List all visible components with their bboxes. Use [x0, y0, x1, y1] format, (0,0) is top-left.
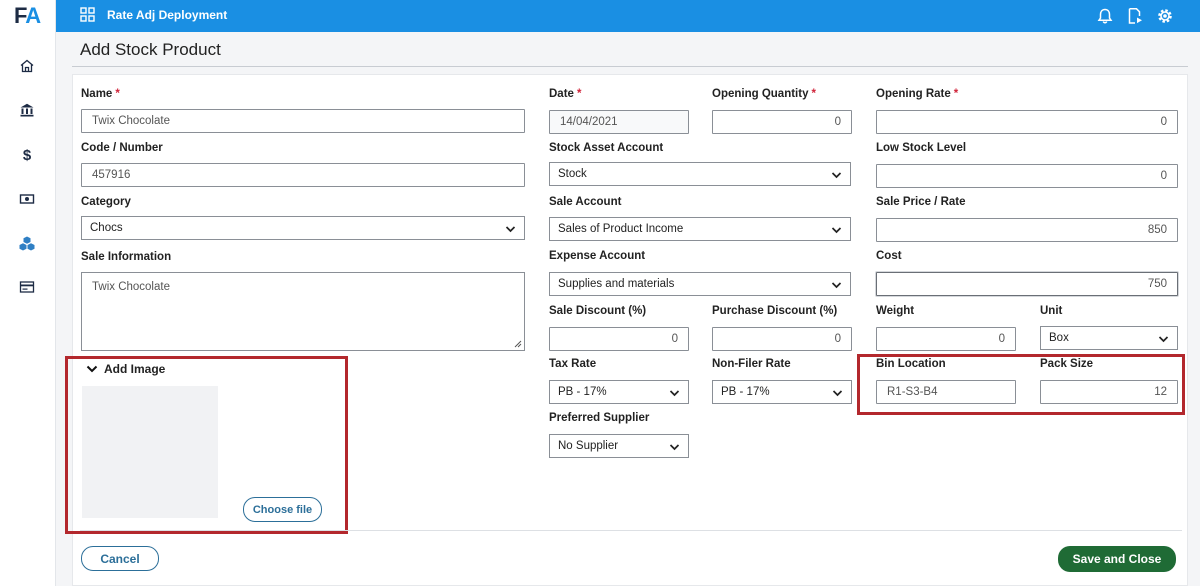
add-image-toggle[interactable]: Add Image	[86, 362, 165, 376]
non-filer-label: Non-Filer Rate	[712, 358, 791, 370]
stock-asset-label: Stock Asset Account	[549, 142, 664, 154]
stock-asset-select[interactable]: Stock	[549, 162, 851, 186]
category-select[interactable]: Chocs	[81, 216, 525, 240]
purchase-discount-label: Purchase Discount (%)	[712, 305, 838, 317]
apps-grid-icon[interactable]	[80, 7, 95, 25]
cost-label: Cost	[876, 250, 902, 262]
bell-icon[interactable]	[1095, 6, 1115, 26]
opening-qty-input[interactable]: 0	[712, 110, 852, 134]
name-label: Name *	[81, 88, 120, 100]
save-and-close-button[interactable]: Save and Close	[1058, 546, 1176, 572]
cost-input[interactable]: 750	[876, 272, 1178, 296]
cash-icon[interactable]	[16, 188, 38, 210]
tax-rate-label: Tax Rate	[549, 358, 597, 370]
category-label: Category	[81, 196, 131, 208]
sale-info-value: Twix Chocolate	[92, 281, 170, 293]
purchase-discount-input[interactable]: 0	[712, 327, 852, 351]
opening-rate-label: Opening Rate *	[876, 88, 959, 100]
preferred-supplier-value: No Supplier	[558, 440, 619, 452]
pack-size-label: Pack Size	[1040, 358, 1094, 370]
chevron-down-icon	[86, 365, 98, 373]
expense-account-label: Expense Account	[549, 250, 646, 262]
chevron-down-icon	[669, 390, 680, 397]
chevron-down-icon	[831, 172, 842, 179]
weight-input[interactable]: 0	[876, 327, 1016, 351]
home-icon[interactable]	[16, 55, 38, 77]
bin-location-input[interactable]: R1-S3-B4	[876, 380, 1016, 404]
sale-info-label: Sale Information	[81, 251, 172, 263]
unit-value: Box	[1049, 332, 1069, 344]
low-stock-input[interactable]: 0	[876, 164, 1178, 188]
card-icon[interactable]	[16, 276, 38, 298]
sale-price-label: Sale Price / Rate	[876, 196, 966, 208]
title-divider	[72, 66, 1188, 67]
sale-info-textarea[interactable]: Twix Chocolate	[81, 272, 525, 351]
cancel-button[interactable]: Cancel	[81, 546, 159, 571]
low-stock-label: Low Stock Level	[876, 142, 967, 154]
date-label: Date *	[549, 88, 582, 100]
image-preview	[82, 386, 218, 518]
category-value: Chocs	[90, 222, 123, 234]
code-input[interactable]: 457916	[81, 163, 525, 187]
expense-account-select[interactable]: Supplies and materials	[549, 272, 851, 296]
unit-select[interactable]: Box	[1040, 326, 1178, 350]
tax-rate-select[interactable]: PB - 17%	[549, 380, 689, 404]
chevron-down-icon	[505, 226, 516, 233]
resize-handle-icon[interactable]	[514, 340, 522, 348]
chevron-down-icon	[831, 227, 842, 234]
sale-account-select[interactable]: Sales of Product Income	[549, 217, 851, 241]
chevron-down-icon	[1158, 336, 1169, 343]
footer-divider	[80, 530, 1182, 531]
sale-discount-label: Sale Discount (%)	[549, 305, 647, 317]
sale-discount-input[interactable]: 0	[549, 327, 689, 351]
chevron-down-icon	[832, 390, 843, 397]
chevron-down-icon	[669, 444, 680, 451]
name-input[interactable]: Twix Chocolate	[81, 109, 525, 133]
preferred-supplier-label: Preferred Supplier	[549, 412, 650, 424]
opening-rate-input[interactable]: 0	[876, 110, 1178, 134]
preferred-supplier-select[interactable]: No Supplier	[549, 434, 689, 458]
choose-file-button[interactable]: Choose file	[243, 497, 322, 522]
topbar: Rate Adj Deployment	[56, 0, 1200, 32]
bin-location-label: Bin Location	[876, 358, 946, 370]
tax-rate-value: PB - 17%	[558, 386, 607, 398]
opening-qty-label: Opening Quantity *	[712, 88, 816, 100]
dollar-icon[interactable]: $	[16, 144, 38, 166]
code-label: Code / Number	[81, 142, 163, 154]
unit-label: Unit	[1040, 305, 1063, 317]
chevron-down-icon	[831, 282, 842, 289]
weight-label: Weight	[876, 305, 915, 317]
non-filer-value: PB - 17%	[721, 386, 770, 398]
sidebar: FA $	[0, 0, 56, 586]
date-input[interactable]: 14/04/2021	[549, 110, 689, 134]
sale-price-input[interactable]: 850	[876, 218, 1178, 242]
pack-size-input[interactable]: 12	[1040, 380, 1178, 404]
app-title: Rate Adj Deployment	[107, 8, 228, 22]
sale-account-label: Sale Account	[549, 196, 622, 208]
svg-text:$: $	[23, 147, 32, 164]
page-title: Add Stock Product	[80, 40, 221, 59]
document-play-icon[interactable]	[1125, 6, 1145, 26]
gear-icon[interactable]	[1155, 6, 1175, 26]
sale-account-value: Sales of Product Income	[558, 223, 684, 235]
non-filer-select[interactable]: PB - 17%	[712, 380, 852, 404]
add-image-label: Add Image	[104, 362, 166, 376]
stock-asset-value: Stock	[558, 168, 587, 180]
app-logo[interactable]: FA	[14, 3, 41, 29]
expense-account-value: Supplies and materials	[558, 278, 675, 290]
bank-icon[interactable]	[16, 99, 38, 121]
cubes-icon[interactable]	[16, 232, 38, 254]
